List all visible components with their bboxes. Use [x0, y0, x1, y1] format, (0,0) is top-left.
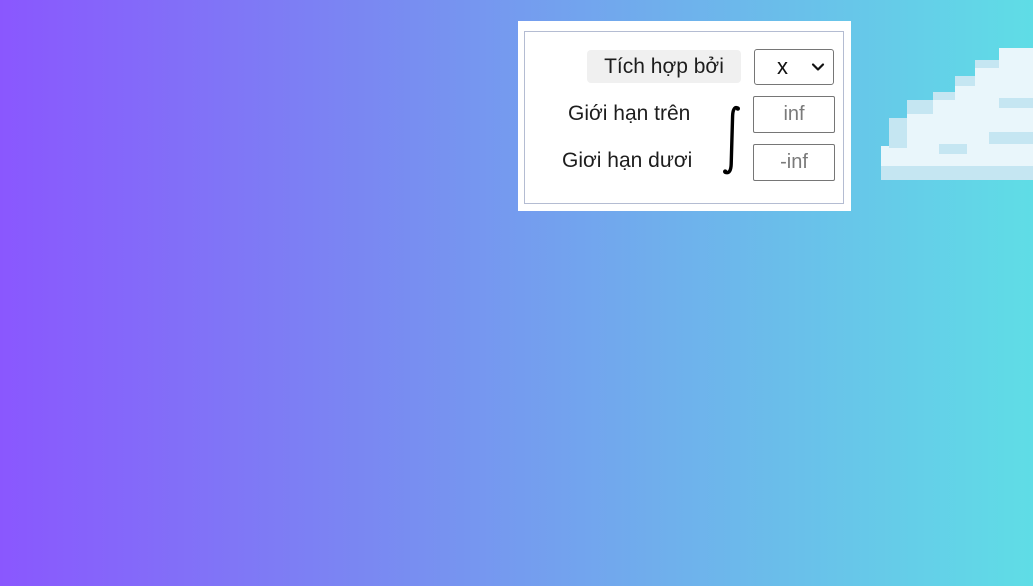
integration-variable-value: x [777, 54, 788, 79]
integration-variable-select[interactable]: x [754, 49, 834, 85]
integral-icon [723, 105, 740, 175]
cloud-icon [881, 48, 1033, 180]
lower-limit-label: Giơi hạn dươi [562, 149, 693, 172]
upper-limit-label: Giới hạn trên [568, 102, 691, 125]
upper-limit-input[interactable] [753, 96, 835, 133]
chevron-down-icon [811, 63, 825, 71]
integrate-by-label: Tích hợp bởi [587, 50, 741, 83]
integration-settings-frame: Tích hợp bởi x Giới hạn trên Giơi hạn dư… [524, 31, 844, 204]
integrate-by-text: Tích hợp bởi [604, 54, 724, 78]
integration-settings-panel: Tích hợp bởi x Giới hạn trên Giơi hạn dư… [518, 21, 851, 211]
lower-limit-input[interactable] [753, 144, 835, 181]
